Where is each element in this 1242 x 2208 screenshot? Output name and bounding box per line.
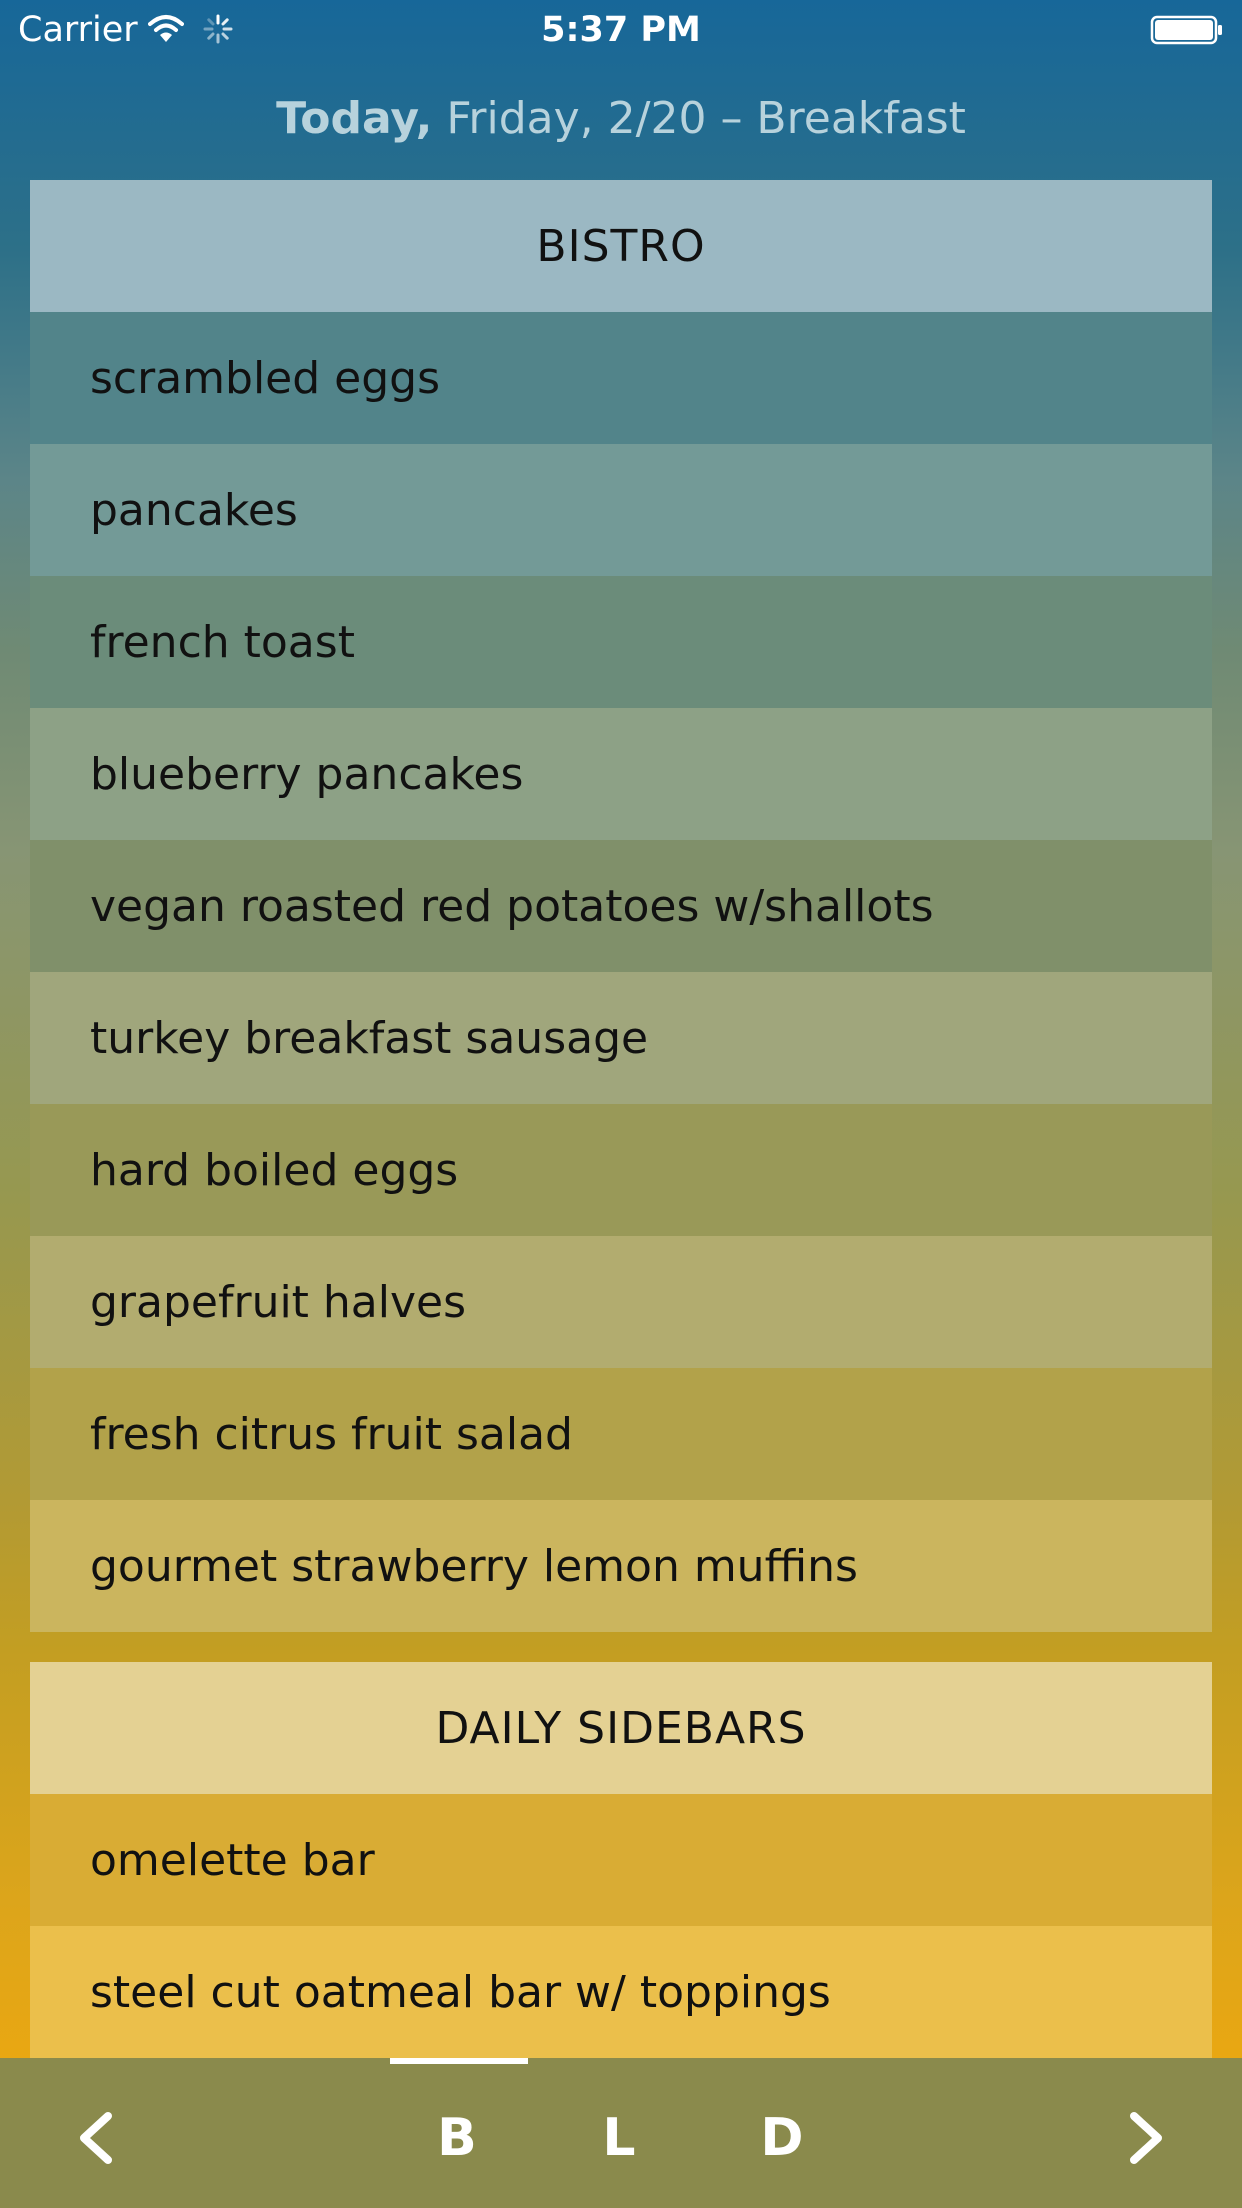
date-meal-label: Friday, 2/20 – Breakfast [446,93,966,144]
menu-item[interactable]: turkey breakfast sausage [30,972,1212,1104]
menu-item[interactable]: omelette bar [30,1794,1212,1926]
chevron-left-icon[interactable] [70,2108,120,2168]
status-bar: Carrier 5:37 PM [0,0,1242,60]
section-bistro: BISTRO scrambled eggs pancakes french to… [30,180,1212,1632]
menu-item[interactable]: vegan roasted red potatoes w/shallots [30,840,1212,972]
menu-item[interactable]: hard boiled eggs [30,1104,1212,1236]
meal-tab-bar: B L D [0,2058,1242,2208]
section-header: BISTRO [30,180,1212,312]
menu-item[interactable]: fresh citrus fruit salad [30,1368,1212,1500]
today-label: Today, [276,93,433,144]
menu-item[interactable]: steel cut oatmeal bar w/ toppings [30,1926,1212,2058]
section-header: DAILY SIDEBARS [30,1662,1212,1794]
tab-lunch[interactable]: L [579,2103,659,2173]
menu-item[interactable]: blueberry pancakes [30,708,1212,840]
tab-breakfast[interactable]: B [417,2103,497,2173]
meal-date-heading: Today, Friday, 2/20 – Breakfast [0,88,1242,150]
menu-item[interactable]: pancakes [30,444,1212,576]
selected-tab-indicator [390,2058,528,2064]
menu-item[interactable]: french toast [30,576,1212,708]
menu-item[interactable]: grapefruit halves [30,1236,1212,1368]
clock: 5:37 PM [541,10,701,50]
menu-item[interactable]: gourmet strawberry lemon muffins [30,1500,1212,1632]
battery-icon [1150,15,1222,45]
tab-dinner[interactable]: D [742,2103,822,2173]
menu-item[interactable]: scrambled eggs [30,312,1212,444]
chevron-right-icon[interactable] [1122,2108,1172,2168]
section-daily-sidebars: DAILY SIDEBARS omelette bar steel cut oa… [30,1662,1212,2058]
